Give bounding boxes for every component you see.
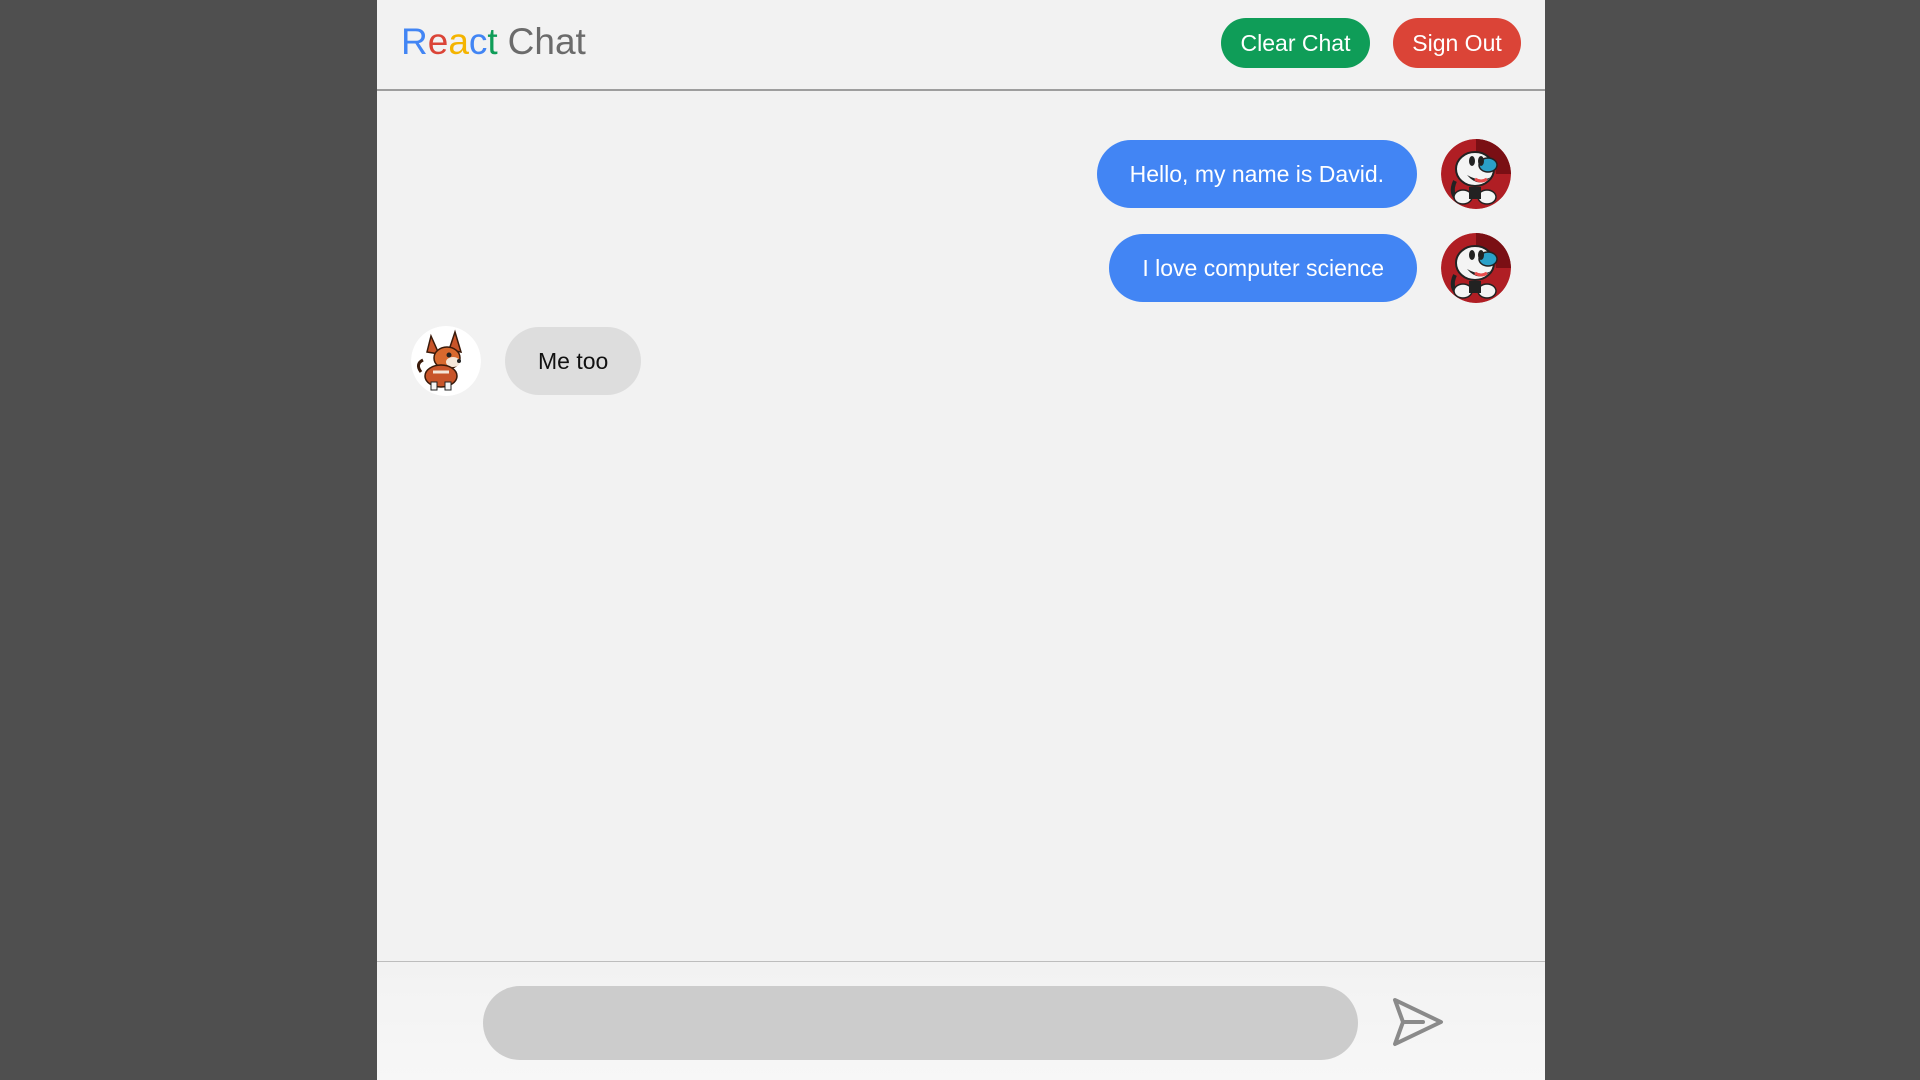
cuphead-avatar xyxy=(1441,139,1511,209)
message-input[interactable] xyxy=(483,986,1358,1060)
clear-chat-button[interactable]: Clear Chat xyxy=(1221,18,1370,68)
composer xyxy=(377,961,1545,1080)
send-icon xyxy=(1385,998,1449,1057)
message-bubble: I love computer science xyxy=(1109,234,1417,302)
header: React Chat Clear Chat Sign Out xyxy=(377,0,1545,91)
message-row: Me too xyxy=(411,326,642,396)
message-row: I love computer science xyxy=(1109,233,1511,303)
message-bubble: Me too xyxy=(505,327,642,395)
cuphead-avatar xyxy=(1441,233,1511,303)
logo-letter-c: c xyxy=(468,21,488,62)
logo-letter-r: R xyxy=(401,21,428,62)
message-row: Hello, my name is David. xyxy=(1096,139,1511,209)
fox-avatar xyxy=(411,326,481,396)
logo-suffix: Chat xyxy=(507,21,586,62)
logo-letter-a: a xyxy=(448,21,469,62)
logo-letter-e: e xyxy=(427,21,449,62)
chat-app: React Chat Clear Chat Sign Out Hello, my … xyxy=(377,0,1545,1080)
message-list: Hello, my name is David. I love computer… xyxy=(377,91,1545,961)
sign-out-button[interactable]: Sign Out xyxy=(1393,18,1521,68)
app-logo: React Chat xyxy=(401,20,586,64)
logo-letter-t: t xyxy=(487,21,498,62)
message-bubble: Hello, my name is David. xyxy=(1096,140,1417,208)
send-button[interactable] xyxy=(1385,990,1449,1054)
